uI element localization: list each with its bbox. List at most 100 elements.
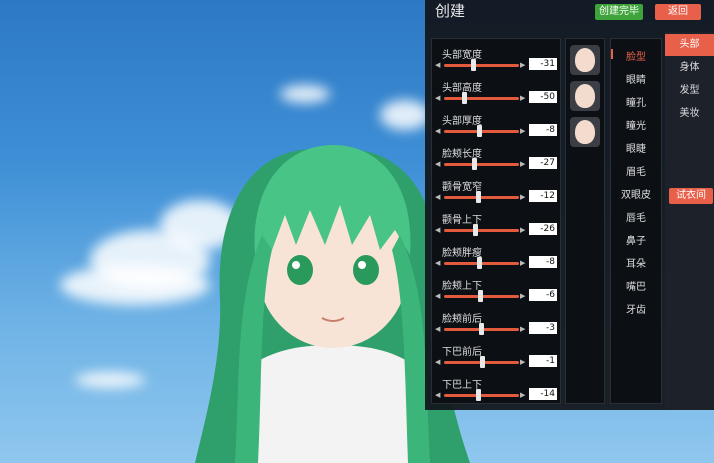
slider-value-field[interactable]: -14 xyxy=(529,388,557,400)
increase-arrow-icon[interactable]: ▶ xyxy=(520,127,525,135)
slider-track[interactable] xyxy=(444,323,519,335)
back-button[interactable]: 返回 xyxy=(655,4,701,20)
decrease-arrow-icon[interactable]: ◀ xyxy=(435,292,440,300)
decrease-arrow-icon[interactable]: ◀ xyxy=(435,160,440,168)
top-dress xyxy=(235,345,430,463)
increase-arrow-icon[interactable]: ▶ xyxy=(520,193,525,201)
slider-track[interactable] xyxy=(444,389,519,401)
category-item[interactable]: 眼睫 xyxy=(611,140,661,155)
slider-row: 脸颊长度 ◀ ▶ -27 xyxy=(432,142,560,175)
slider-thumb[interactable] xyxy=(472,158,477,170)
slider-thumb[interactable] xyxy=(470,59,476,71)
decrease-arrow-icon[interactable]: ◀ xyxy=(435,94,440,102)
slider-track[interactable] xyxy=(444,356,519,368)
slider-track[interactable] xyxy=(444,158,519,170)
decrease-arrow-icon[interactable]: ◀ xyxy=(435,61,440,69)
slider-value-field[interactable]: -1 xyxy=(529,355,557,367)
slider-row: 脸颊胖瘦 ◀ ▶ -8 xyxy=(432,241,560,274)
slider-track[interactable] xyxy=(444,224,519,236)
slider-track[interactable] xyxy=(444,257,519,269)
slider-row: 下巴上下 ◀ ▶ -14 xyxy=(432,373,560,403)
panel-title: 创建 xyxy=(435,2,466,20)
slider-value-field[interactable]: -8 xyxy=(529,124,557,136)
category-item[interactable]: 脸型 xyxy=(611,48,661,63)
increase-arrow-icon[interactable]: ▶ xyxy=(520,292,525,300)
decrease-arrow-icon[interactable]: ◀ xyxy=(435,226,440,234)
increase-arrow-icon[interactable]: ▶ xyxy=(520,259,525,267)
feature-category-list: 脸型眼睛瞳孔瞳光眼睫眉毛双眼皮唇毛鼻子耳朵嘴巴牙齿 xyxy=(610,38,662,404)
face-preset[interactable] xyxy=(570,45,600,75)
category-item[interactable]: 瞳孔 xyxy=(611,94,661,109)
slider-track[interactable] xyxy=(444,59,519,71)
slider-thumb[interactable] xyxy=(475,191,481,203)
slider-label: 下巴前后 xyxy=(442,347,482,358)
category-item[interactable]: 耳朵 xyxy=(611,255,661,270)
slider-thumb[interactable] xyxy=(477,257,483,269)
slider-label: 脸颊胖瘦 xyxy=(442,248,482,259)
category-item[interactable]: 鼻子 xyxy=(611,232,661,247)
slider-track[interactable] xyxy=(444,92,519,104)
slider-label: 脸颊前后 xyxy=(442,314,482,325)
increase-arrow-icon[interactable]: ▶ xyxy=(520,160,525,168)
slider-value-field[interactable]: -8 xyxy=(529,256,557,268)
decrease-arrow-icon[interactable]: ◀ xyxy=(435,325,440,333)
slider-row: 脸颊前后 ◀ ▶ -3 xyxy=(432,307,560,340)
slider-row: 颧骨上下 ◀ ▶ -26 xyxy=(432,208,560,241)
category-item[interactable]: 双眼皮 xyxy=(611,186,661,201)
slider-thumb[interactable] xyxy=(479,356,485,368)
decrease-arrow-icon[interactable]: ◀ xyxy=(435,193,440,201)
eye-right xyxy=(353,255,379,285)
side-tab[interactable]: 身体 xyxy=(665,57,714,79)
category-item[interactable]: 眉毛 xyxy=(611,163,661,178)
slider-track[interactable] xyxy=(444,290,519,302)
eye-highlight-left xyxy=(292,261,300,269)
slider-track[interactable] xyxy=(444,125,519,137)
increase-arrow-icon[interactable]: ▶ xyxy=(520,226,525,234)
create-done-button[interactable]: 创建完毕 xyxy=(595,4,643,20)
side-tab[interactable]: 发型 xyxy=(665,80,714,102)
face-preset-list xyxy=(565,38,605,404)
category-item[interactable]: 唇毛 xyxy=(611,209,661,224)
category-item[interactable]: 眼睛 xyxy=(611,71,661,86)
slider-thumb[interactable] xyxy=(472,224,478,236)
slider-row: 头部厚度 ◀ ▶ -8 xyxy=(432,109,560,142)
slider-thumb[interactable] xyxy=(477,125,483,137)
slider-thumb[interactable] xyxy=(475,389,481,401)
slider-thumb[interactable] xyxy=(462,92,468,104)
category-item[interactable]: 嘴巴 xyxy=(611,278,661,293)
slider-value-field[interactable]: -31 xyxy=(529,58,557,70)
decrease-arrow-icon[interactable]: ◀ xyxy=(435,259,440,267)
eye-left xyxy=(287,255,313,285)
try-on-button[interactable]: 试衣间 xyxy=(669,188,713,204)
slider-thumb[interactable] xyxy=(478,290,483,302)
slider-row: 颧骨宽窄 ◀ ▶ -12 xyxy=(432,175,560,208)
increase-arrow-icon[interactable]: ▶ xyxy=(520,358,525,366)
side-tabs: 头部 身体 发型 美妆 xyxy=(665,32,714,410)
slider-label: 头部厚度 xyxy=(442,116,482,127)
side-tab[interactable]: 头部 xyxy=(665,34,714,56)
slider-row: 头部宽度 ◀ ▶ -31 xyxy=(432,43,560,76)
category-item[interactable]: 瞳光 xyxy=(611,117,661,132)
slider-value-field[interactable]: -27 xyxy=(529,157,557,169)
decrease-arrow-icon[interactable]: ◀ xyxy=(435,358,440,366)
increase-arrow-icon[interactable]: ▶ xyxy=(520,61,525,69)
decrease-arrow-icon[interactable]: ◀ xyxy=(435,127,440,135)
increase-arrow-icon[interactable]: ▶ xyxy=(520,94,525,102)
slider-value-field[interactable]: -12 xyxy=(529,190,557,202)
face-preset[interactable] xyxy=(570,117,600,147)
decrease-arrow-icon[interactable]: ◀ xyxy=(435,391,440,399)
slider-value-field[interactable]: -50 xyxy=(529,91,557,103)
eye-highlight-right xyxy=(358,261,366,269)
slider-value-field[interactable]: -26 xyxy=(529,223,557,235)
slider-value-field[interactable]: -3 xyxy=(529,322,557,334)
slider-row: 头部高度 ◀ ▶ -50 xyxy=(432,76,560,109)
category-item[interactable]: 牙齿 xyxy=(611,301,661,316)
slider-thumb[interactable] xyxy=(478,323,484,335)
slider-value-field[interactable]: -6 xyxy=(529,289,557,301)
face-preset[interactable] xyxy=(570,81,600,111)
side-tab[interactable]: 美妆 xyxy=(665,103,714,125)
slider-track[interactable] xyxy=(444,191,519,203)
increase-arrow-icon[interactable]: ▶ xyxy=(520,325,525,333)
slider-list[interactable]: 头部宽度 ◀ ▶ -31 头部高度 ◀ ▶ -50 头部厚度 ◀ ▶ -8 脸颊长度 ◀ ▶ -27 颧骨宽窄 ◀… xyxy=(431,38,561,404)
increase-arrow-icon[interactable]: ▶ xyxy=(520,391,525,399)
